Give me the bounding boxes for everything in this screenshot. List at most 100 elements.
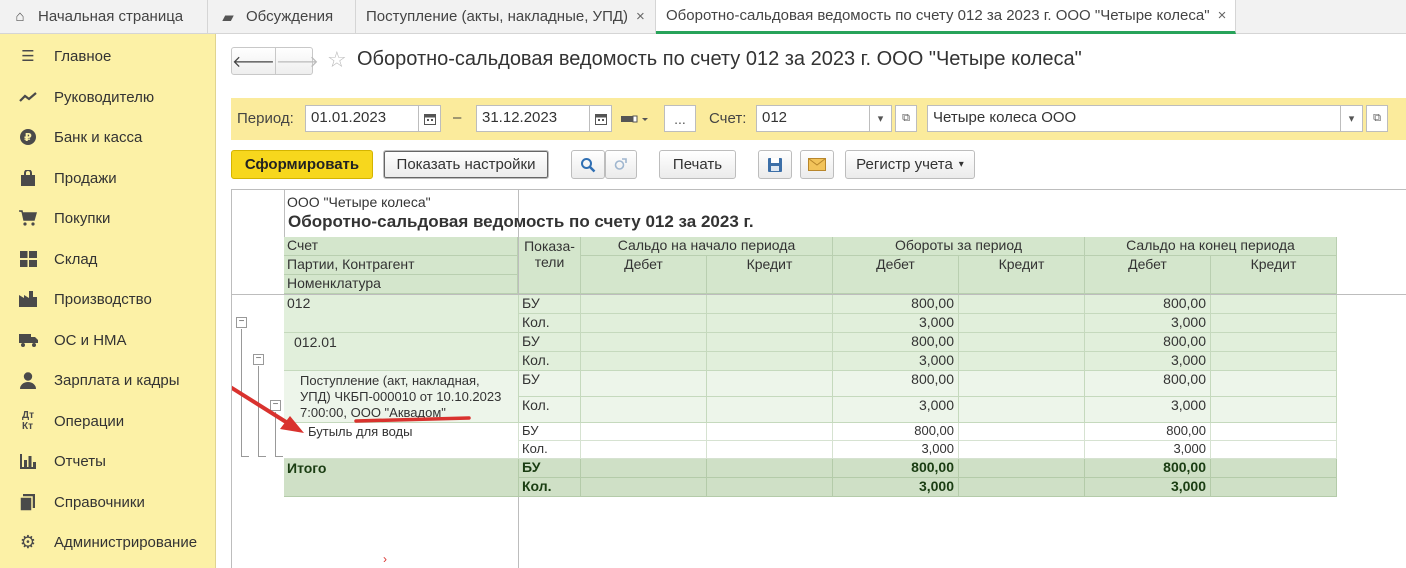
value-cell: 800,00: [1085, 371, 1211, 397]
period-select-button[interactable]: ...: [664, 105, 696, 132]
organization-field[interactable]: Четыре колеса ООО: [927, 105, 1341, 132]
tab-label: Обсуждения: [246, 8, 334, 25]
value-cell: 3,000: [1085, 352, 1211, 371]
calendar-icon[interactable]: [589, 105, 612, 132]
sidebar-item-label: Банк и касса: [54, 128, 143, 146]
sidebar-item-label: Производство: [54, 290, 152, 308]
sidebar-item-label: Продажи: [54, 169, 117, 187]
sidebar-item-label: Главное: [54, 47, 112, 65]
period-dash: –: [453, 109, 462, 126]
tab-report[interactable]: Оборотно-сальдовая ведомость по счету 01…: [656, 0, 1236, 34]
trend-icon: [18, 87, 38, 107]
value-cell: 800,00: [833, 459, 959, 478]
value-cell: 800,00: [1085, 295, 1211, 314]
search-icon[interactable]: [571, 150, 605, 179]
sidebar-item-label: Склад: [54, 250, 98, 268]
account-label: Счет:: [709, 110, 747, 127]
star-icon[interactable]: ☆: [327, 47, 347, 73]
page-title: Оборотно-сальдовая ведомость по счету 01…: [357, 48, 1082, 70]
close-icon[interactable]: ×: [1218, 7, 1227, 24]
truck-icon: [18, 330, 38, 350]
value-cell: 800,00: [1085, 333, 1211, 352]
header-credit: Кредит: [1211, 256, 1337, 294]
tab-label: Начальная страница: [38, 8, 184, 25]
main-area: 🡐 🡒 ☆ Оборотно-сальдовая ведомость по сч…: [217, 34, 1406, 568]
print-button[interactable]: Печать: [659, 150, 736, 179]
cursor-mark: ›: [383, 552, 387, 566]
value-cell: 3,000: [833, 352, 959, 371]
header-credit: Кредит: [959, 256, 1085, 294]
value-cell: 3,000: [1085, 314, 1211, 333]
operations-icon: Дт Кт: [21, 410, 35, 432]
mail-icon[interactable]: [800, 150, 834, 179]
account-field[interactable]: 012: [756, 105, 870, 132]
header-opening-balance: Сальдо на начало периода: [581, 237, 833, 256]
sidebar-item-payroll[interactable]: Зарплата и кадры: [0, 360, 216, 400]
sidebar-item-label: Руководителю: [54, 88, 155, 106]
tab-receipts[interactable]: Поступление (акты, накладные, УПД) ×: [356, 0, 656, 33]
open-icon[interactable]: ⧉: [1366, 105, 1388, 132]
nav-buttons: 🡐 🡒: [231, 47, 319, 75]
sidebar-item-bank[interactable]: ₽ Банк и касса: [0, 117, 216, 157]
factory-icon: [18, 289, 38, 309]
tab-label: Оборотно-сальдовая ведомость по счету 01…: [666, 7, 1210, 24]
value-cell: 800,00: [833, 333, 959, 352]
search-next-icon[interactable]: [605, 150, 637, 179]
sidebar-item-production[interactable]: Производство: [0, 279, 216, 319]
generate-button[interactable]: Сформировать: [231, 150, 373, 179]
tab-home[interactable]: ⌂ Начальная страница: [0, 0, 208, 33]
period-bar: Период: 01.01.2023 – 31.12.2023 ... Счет…: [231, 98, 1406, 140]
header-turnover: Обороты за период: [833, 237, 1085, 256]
register-button[interactable]: Регистр учета ▾: [845, 150, 975, 179]
sidebar-item-main[interactable]: ☰ Главное: [0, 36, 216, 76]
home-icon: ⌂: [15, 8, 25, 25]
sidebar-item-manager[interactable]: Руководителю: [0, 77, 216, 117]
report-area: ООО "Четыре колеса" Оборотно-сальдовая в…: [231, 189, 1406, 568]
calendar-icon[interactable]: [418, 105, 441, 132]
value-cell: 800,00: [833, 371, 959, 397]
value-cell: 3,000: [1085, 478, 1211, 497]
period-type-icon[interactable]: [621, 112, 649, 128]
value-cell: 800,00: [833, 423, 959, 441]
sidebar-item-admin[interactable]: ⚙ Администрирование: [0, 522, 216, 562]
sidebar-item-sales[interactable]: Продажи: [0, 158, 216, 198]
period-from-field[interactable]: 01.01.2023: [305, 105, 419, 132]
header-debit: Дебет: [833, 256, 959, 294]
header-debit: Дебет: [581, 256, 707, 294]
sidebar-item-purchases[interactable]: Покупки: [0, 198, 216, 238]
tab-bar: ⌂ Начальная страница ▰ Обсуждения Поступ…: [0, 0, 1406, 34]
ruble-icon: ₽: [18, 127, 38, 147]
sidebar-item-warehouse[interactable]: Склад: [0, 239, 216, 279]
chevron-down-icon: ▾: [958, 159, 964, 170]
annotation-arrow-icon: [232, 385, 471, 433]
back-button[interactable]: 🡐: [232, 48, 275, 74]
bar-chart-icon: [18, 451, 38, 471]
period-to-field[interactable]: 31.12.2023: [476, 105, 590, 132]
save-icon[interactable]: [758, 150, 792, 179]
open-icon[interactable]: ⧉: [895, 105, 917, 132]
sidebar: ☰ Главное Руководителю ₽ Банк и касса Пр…: [0, 34, 216, 568]
value-cell: 3,000: [833, 441, 959, 459]
value-cell: 3,000: [1085, 397, 1211, 423]
sidebar-item-operations[interactable]: Дт Кт Операции: [0, 401, 216, 441]
sidebar-item-label: Справочники: [54, 493, 145, 511]
value-cell: 3,000: [833, 478, 959, 497]
sidebar-item-label: Операции: [54, 412, 125, 430]
header-debit: Дебет: [1085, 256, 1211, 294]
gear-icon: ⚙: [19, 531, 37, 552]
cart-icon: [18, 208, 38, 228]
sidebar-item-reports[interactable]: Отчеты: [0, 441, 216, 481]
forward-button[interactable]: 🡒: [274, 48, 319, 74]
sidebar-item-label: Покупки: [54, 209, 111, 227]
chevron-down-icon[interactable]: ▾: [869, 105, 892, 132]
sidebar-item-label: ОС и НМА: [54, 331, 127, 349]
close-icon[interactable]: ×: [636, 8, 645, 25]
show-settings-button[interactable]: Показать настройки: [383, 150, 549, 179]
sidebar-item-directories[interactable]: Справочники: [0, 482, 216, 522]
value-cell: 3,000: [833, 314, 959, 333]
sidebar-item-label: Зарплата и кадры: [54, 371, 180, 389]
chevron-down-icon[interactable]: ▾: [1340, 105, 1363, 132]
tab-discussions[interactable]: ▰ Обсуждения: [208, 0, 356, 33]
sidebar-item-assets[interactable]: ОС и НМА: [0, 320, 216, 360]
header-closing-balance: Сальдо на конец периода: [1085, 237, 1337, 256]
